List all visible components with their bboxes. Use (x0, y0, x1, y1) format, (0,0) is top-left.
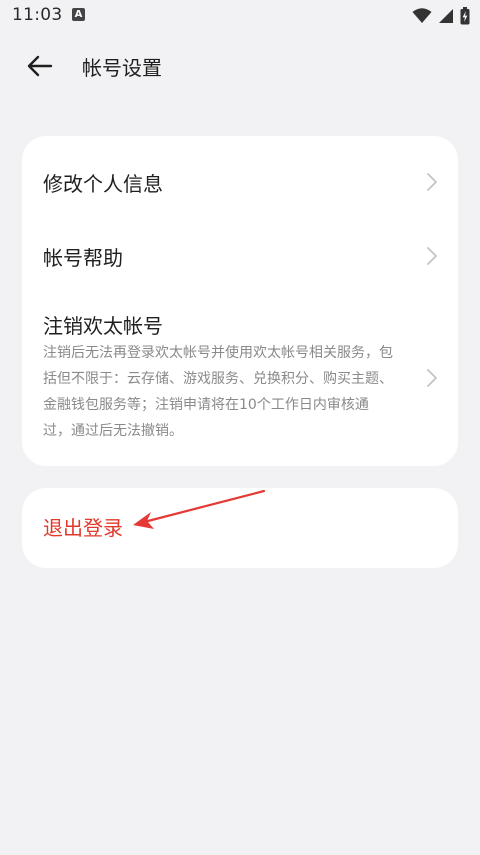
chevron-right-icon (427, 369, 437, 387)
account-help-label: 帐号帮助 (43, 246, 123, 270)
chevron-right-icon (427, 247, 437, 265)
signal-icon (439, 9, 453, 23)
settings-card: 修改个人信息 帐号帮助 注销欢太帐号 注销后无法再登录欢太帐号并使用欢太帐号相关… (22, 136, 458, 466)
logout-button[interactable]: 退出登录 (43, 512, 123, 541)
battery-icon (460, 7, 470, 25)
arrow-left-icon (27, 55, 53, 77)
deactivate-account-label: 注销欢太帐号 (43, 314, 163, 338)
status-icons (412, 6, 470, 26)
deactivate-account-description: 注销后无法再登录欢太帐号并使用欢太帐号相关服务，包括但不限于：云存储、游戏服务、… (43, 345, 393, 439)
status-bar: 11:03 A (0, 0, 480, 32)
deactivate-account-item[interactable]: 注销欢太帐号 注销后无法再登录欢太帐号并使用欢太帐号相关服务，包括但不限于：云存… (22, 304, 458, 454)
status-time: 11:03 (12, 5, 63, 25)
wifi-icon (412, 8, 432, 23)
notification-app-icon: A (72, 8, 85, 21)
account-help-item[interactable]: 帐号帮助 (22, 222, 458, 292)
logout-card[interactable]: 退出登录 (22, 488, 458, 568)
edit-profile-label: 修改个人信息 (43, 172, 163, 196)
edit-profile-item[interactable]: 修改个人信息 (22, 136, 458, 222)
page-title: 帐号设置 (82, 56, 162, 80)
app-header: 帐号设置 (0, 40, 480, 92)
chevron-right-icon (427, 173, 437, 191)
back-button[interactable] (24, 52, 56, 80)
